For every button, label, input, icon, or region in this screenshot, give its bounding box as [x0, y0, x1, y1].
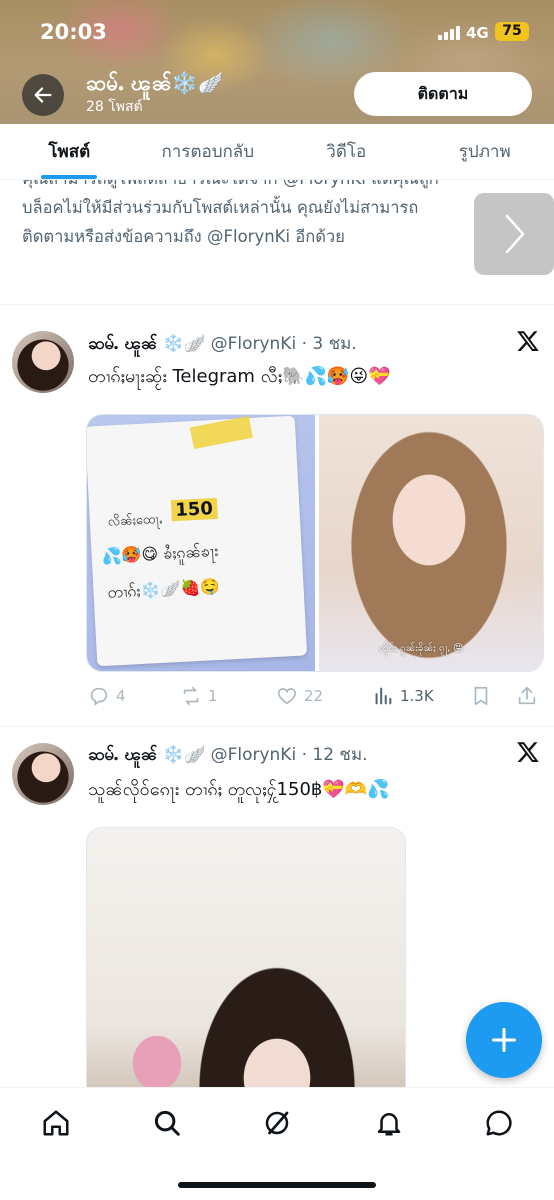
profile-post-count: 28 โพสต์ — [86, 99, 143, 115]
home-icon[interactable] — [41, 1108, 71, 1138]
media-image-photo[interactable]: ၸိုဝ်ႈ ၵူၼ်းၶိုၼ်ႈ ၵႂႃႇ 😝 — [319, 415, 543, 671]
views-icon — [375, 687, 392, 705]
grok-icon[interactable] — [262, 1108, 292, 1138]
tweet-media[interactable] — [86, 827, 406, 1087]
profile-tabs: โพสต์ การตอบกลับ วิดีโอ รูปภาพ — [0, 124, 554, 180]
repost-button[interactable]: 1 — [180, 685, 218, 707]
notice-line: คุณสามารถดูโพสต์สาธารณะได้จาก @FlorynKi … — [22, 180, 522, 193]
tweet-time: · 3 ชม. — [296, 334, 357, 354]
avatar[interactable] — [12, 743, 74, 805]
reply-button[interactable]: 4 — [88, 685, 126, 707]
heart-icon — [277, 688, 297, 705]
plus-icon — [491, 1027, 517, 1053]
x-logo-icon — [517, 742, 539, 762]
author-emoji: ❄️🪽 — [162, 745, 206, 765]
tab-photos[interactable]: รูปภาพ — [416, 124, 554, 179]
tweet-actions: 4 1 22 1.3K — [88, 684, 548, 708]
back-button[interactable] — [22, 74, 64, 116]
share-button[interactable] — [516, 685, 538, 707]
photo-caption: ၸိုဝ်ႈ ၵူၼ်းၶိုၼ်ႈ ၵႂႃႇ 😝 — [379, 643, 464, 654]
author-name[interactable]: ဆမ်ႉ ၽူၼ် — [88, 745, 157, 765]
tweet-media[interactable]: လိၼ်ႈထေႃႇ 150 💦🥵😋 ၶႆႈၵူၼ်ၶႃး တၢၵ်ႈ❄️🪽🍓🤤 … — [86, 414, 544, 672]
author-name[interactable]: ဆမ်ႉ ၽူၼ် — [88, 334, 157, 354]
signal-icon — [438, 25, 460, 40]
author-handle[interactable]: @FlorynKi — [211, 745, 297, 765]
like-button[interactable]: 22 — [276, 685, 323, 707]
tweet-text: တၢၵ်ႈမႃးဆႂ်း Telegram လီႈ🐘💦🥵😜💝 — [88, 366, 391, 387]
battery-icon: 75 — [495, 22, 529, 41]
media-image-note[interactable]: လိၼ်ႈထေႃႇ 150 💦🥵😋 ၶႆႈၵူၼ်ၶႃး တၢၵ်ႈ❄️🪽🍓🤤 — [87, 415, 315, 671]
tab-posts[interactable]: โพสต์ — [0, 124, 139, 179]
notice-line: บล็อคไม่ให้มีส่วนร่วมกับโพสต์เหล่านั้น ค… — [22, 198, 419, 217]
status-bar: 20:03 4G 75 — [0, 0, 554, 66]
notice-text: คุณสามารถดูโพสต์สาธารณะได้จาก @FlorynKi … — [22, 180, 522, 251]
status-time: 20:03 — [40, 20, 107, 44]
home-indicator — [178, 1182, 376, 1188]
blocked-notice: คุณสามารถดูโพสต์สาธารณะได้จาก @FlorynKi … — [0, 180, 554, 305]
repost-count: 1 — [208, 687, 218, 705]
note-line: လိၼ်ႈထေႃႇ — [107, 511, 163, 530]
x-logo-icon — [517, 331, 539, 351]
bookmark-button[interactable] — [470, 685, 492, 707]
view-count: 1.3K — [400, 687, 434, 705]
tape — [189, 416, 253, 450]
like-count: 22 — [304, 687, 324, 705]
note-price: 150 — [170, 497, 218, 522]
notifications-icon[interactable] — [374, 1108, 404, 1138]
note-line: 💦🥵😋 ၶႆႈၵူၼ်ၶႃး — [101, 540, 219, 566]
chevron-right-icon — [505, 214, 525, 254]
tweet-header: ဆမ်ႉ ၽူၼ် ❄️🪽 @FlorynKi · 3 ชม. — [88, 330, 357, 358]
messages-icon[interactable] — [484, 1108, 514, 1138]
repost-icon — [183, 686, 199, 706]
note-paper: လိၼ်ႈထေႃႇ 150 💦🥵😋 ၶႆႈၵူၼ်ၶႃး တၢၵ်ႈ❄️🪽🍓🤤 — [87, 415, 308, 667]
tweet[interactable]: ဆမ်ႉ ၽူၼ် ❄️🪽 @FlorynKi · 3 ชม. တၢၵ်ႈမႃး… — [0, 306, 554, 726]
tweet-time: · 12 ชม. — [296, 745, 368, 765]
reply-icon — [90, 687, 108, 706]
back-arrow-icon — [34, 87, 52, 103]
notice-line: ติดตามหรือส่งข้อความถึง @FlorynKi อีกด้ว… — [22, 227, 345, 246]
author-emoji: ❄️🪽 — [162, 334, 206, 354]
compose-button[interactable] — [466, 1002, 542, 1078]
author-handle[interactable]: @FlorynKi — [211, 334, 297, 354]
tab-replies[interactable]: การตอบกลับ — [139, 124, 278, 179]
tweet-text: သူၼ်လိုဝ်ၵေႃး တၢၵ်ႈ တူလုႈႁႂ်150฿💝🫶💦 — [88, 779, 390, 800]
network-type: 4G — [466, 24, 489, 42]
views-button[interactable]: 1.3K — [372, 685, 434, 707]
note-line: တၢၵ်ႈ❄️🪽🍓🤤 — [107, 576, 221, 602]
reply-count: 4 — [116, 687, 126, 705]
follow-button[interactable]: ติดตาม — [354, 72, 532, 116]
tab-videos[interactable]: วิดีโอ — [277, 124, 416, 179]
bookmark-icon — [474, 686, 488, 706]
search-icon[interactable] — [152, 1108, 182, 1138]
scroll-next-button[interactable] — [474, 193, 554, 275]
tweet-header: ဆမ်ႉ ၽူၼ် ❄️🪽 @FlorynKi · 12 ชม. — [88, 741, 368, 769]
avatar[interactable] — [12, 331, 74, 393]
share-icon — [518, 686, 536, 705]
